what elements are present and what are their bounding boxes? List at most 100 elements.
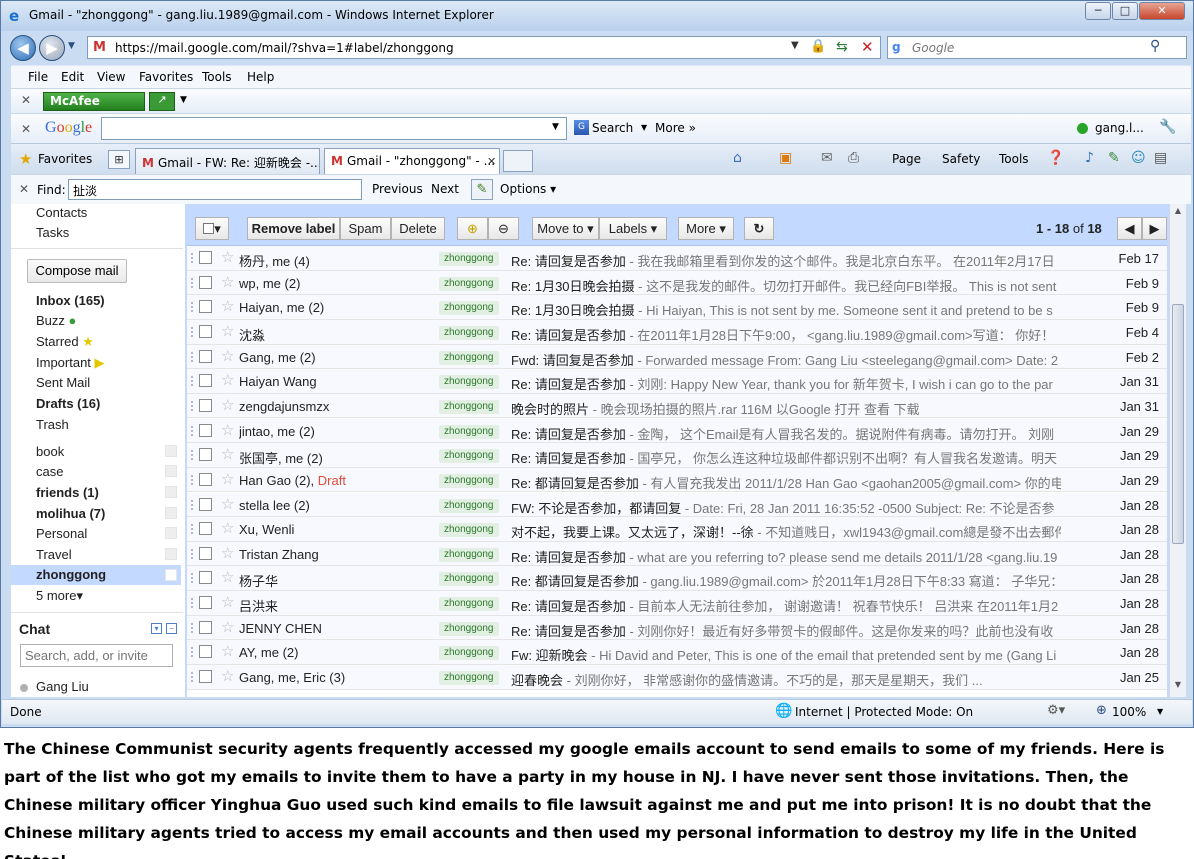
message-row[interactable]: ☆ 张国亭, me (2) zhonggong Re: 请回复是否参加 - 国亭兄， … (187, 443, 1167, 468)
url-text[interactable]: https://mail.google.com/mail/?shva=1#lab… (115, 41, 454, 55)
label-color-swatch[interactable] (165, 569, 177, 581)
home-icon[interactable]: ⌂ (733, 150, 742, 166)
stop-icon[interactable]: ✕ (861, 38, 874, 56)
star-icon[interactable]: ☆ (221, 593, 234, 611)
search-icon[interactable]: G (574, 120, 589, 135)
row-label-tag[interactable]: zhonggong (439, 301, 499, 316)
message-row[interactable]: ☆ Han Gao (2), Draft zhonggong Re: 都请回复是否参加… (187, 467, 1167, 493)
close-window-button[interactable]: ✕ (1139, 2, 1185, 20)
row-checkbox[interactable] (199, 251, 212, 264)
chevron-down-icon[interactable]: ▼ (180, 95, 187, 105)
star-icon[interactable]: ☆ (221, 445, 234, 463)
close-tab-icon[interactable]: ✕ (487, 155, 496, 168)
compose-button[interactable]: Compose mail (27, 259, 127, 283)
label-color-swatch[interactable] (165, 548, 177, 560)
zoom-level[interactable]: 100% (1112, 705, 1146, 719)
message-row[interactable]: ☆ Xu, Wenli zhonggong 对不起，我要上课。又太远了，深谢！--徐 … (187, 517, 1167, 542)
star-icon[interactable]: ☆ (221, 248, 234, 266)
row-label-tag[interactable]: zhonggong (439, 449, 499, 464)
find-previous-button[interactable]: Previous (372, 182, 423, 196)
nav-inbox[interactable]: Inbox (165) (36, 293, 105, 308)
nav-starred[interactable]: Starred ★ (36, 334, 94, 350)
star-icon[interactable]: ☆ (221, 667, 234, 685)
drag-handle-icon[interactable] (191, 253, 195, 263)
address-field[interactable]: M https://mail.google.com/mail/?shva=1#l… (87, 36, 881, 59)
move-to-button[interactable]: Move to ▾ (532, 217, 599, 240)
message-row[interactable]: ☆ Gang, me (2) zhonggong Fwd: 请回复是否参加 - For… (187, 344, 1167, 370)
vertical-scrollbar[interactable]: ▲ ▼ (1169, 204, 1186, 697)
star-icon[interactable]: ☆ (221, 396, 234, 414)
row-label-tag[interactable]: zhonggong (439, 375, 499, 390)
zoom-icon[interactable]: ⊕ (1096, 703, 1107, 718)
add-star-icon[interactable]: ⊕ (457, 217, 488, 240)
google-toolbar-search-input[interactable]: ▼ (101, 117, 567, 140)
browser-search-box[interactable]: g Google ⚲ (887, 36, 1187, 59)
drag-handle-icon[interactable] (191, 573, 195, 584)
label-color-swatch[interactable] (165, 445, 177, 457)
lock-icon[interactable]: 🔒 (810, 39, 826, 54)
star-icon[interactable]: ☆ (221, 470, 234, 488)
label-color-swatch[interactable] (165, 465, 177, 477)
row-label-tag[interactable]: zhonggong (439, 473, 499, 488)
refresh-icon[interactable]: ⇆ (836, 39, 848, 55)
close-find-icon[interactable]: ✕ (19, 182, 29, 196)
close-toolbar-icon[interactable]: ✕ (21, 122, 31, 136)
row-checkbox[interactable] (199, 497, 212, 511)
row-checkbox[interactable] (199, 423, 212, 437)
row-label-tag[interactable]: zhonggong (439, 399, 499, 414)
star-icon[interactable]: ☆ (221, 371, 234, 389)
chat-contact[interactable]: Gang Liu (36, 679, 89, 694)
drag-handle-icon[interactable] (191, 326, 195, 337)
drag-handle-icon[interactable] (191, 425, 195, 436)
message-row[interactable]: ☆ zengdajunsmzx zhonggong 晚会时的照片 - 晚会现场拍摄的照… (187, 393, 1167, 419)
labels-button[interactable]: Labels ▾ (599, 217, 667, 240)
row-label-tag[interactable]: zhonggong (439, 597, 499, 612)
message-row[interactable]: ☆ 杨子华 zhonggong Re: 都请回复是否参加 - gang.liu.198… (187, 566, 1167, 592)
favorites-star-icon[interactable]: ★ (19, 150, 32, 168)
message-row[interactable]: ☆ Tristan Zhang zhonggong Re: 请回复是否参加 - wha… (187, 541, 1167, 567)
label-case[interactable]: case (36, 464, 63, 479)
refresh-button[interactable]: ↻ (744, 217, 774, 240)
recent-pages-dropdown-icon[interactable]: ▼ (68, 41, 75, 51)
quick-tabs-icon[interactable]: ⊞ (108, 150, 130, 169)
find-next-button[interactable]: Next (431, 182, 459, 196)
menu-favorites[interactable]: Favorites (139, 70, 193, 84)
wrench-icon[interactable]: 🔧 (1159, 119, 1176, 135)
row-label-tag[interactable]: zhonggong (439, 523, 499, 538)
google-more-button[interactable]: More » (655, 121, 696, 135)
row-label-tag[interactable]: zhonggong (439, 252, 499, 266)
feeds-icon[interactable]: ▣ (779, 150, 792, 166)
blog-icon[interactable]: ▤ (1154, 150, 1167, 166)
nav-sent-mail[interactable]: Sent Mail (36, 375, 90, 390)
star-icon[interactable]: ☆ (221, 421, 234, 439)
drag-handle-icon[interactable] (191, 400, 195, 411)
star-icon[interactable]: ☆ (221, 519, 234, 537)
row-checkbox[interactable] (199, 670, 212, 684)
row-checkbox[interactable] (199, 374, 212, 388)
drag-handle-icon[interactable] (191, 524, 195, 535)
nav-important[interactable]: Important ▶ (36, 355, 105, 371)
nav-contacts[interactable]: Contacts (36, 205, 87, 220)
nav-tasks[interactable]: Tasks (36, 225, 69, 240)
drag-handle-icon[interactable] (191, 622, 195, 633)
row-checkbox[interactable] (199, 324, 212, 338)
label-book[interactable]: book (36, 444, 64, 459)
page-menu[interactable]: Page (892, 152, 921, 166)
security-zone[interactable]: Internet | Protected Mode: On (795, 705, 973, 719)
row-label-tag[interactable]: zhonggong (439, 325, 499, 340)
message-row[interactable]: ☆ Haiyan, me (2) zhonggong Re: 1月30日晚会拍摄 - … (187, 295, 1167, 320)
message-row[interactable]: ☆ 吕洪来 zhonggong Re: 请回复是否参加 - 目前本人无法前往参加， 谢… (187, 591, 1167, 616)
label-travel[interactable]: Travel (36, 547, 72, 562)
star-icon[interactable]: ☆ (221, 618, 234, 636)
newer-icon[interactable]: ◀ (1117, 217, 1142, 240)
message-row[interactable]: ☆ jintao, me (2) zhonggong Re: 请回复是否参加 - 金陶… (187, 418, 1167, 444)
delete-button[interactable]: Delete (391, 217, 445, 240)
menu-file[interactable]: File (28, 70, 48, 84)
minimize-button[interactable]: ─ (1085, 2, 1111, 20)
message-row[interactable]: ☆ wp, me (2) zhonggong Re: 1月30日晚会拍摄 - 这不是我… (187, 270, 1167, 296)
star-icon[interactable]: ☆ (221, 568, 234, 586)
label-zhonggong-selected[interactable]: zhonggong (11, 565, 181, 585)
highlight-icon[interactable]: ✎ (471, 179, 493, 200)
row-checkbox[interactable] (199, 522, 212, 536)
google-search-button[interactable]: Search (592, 121, 633, 135)
